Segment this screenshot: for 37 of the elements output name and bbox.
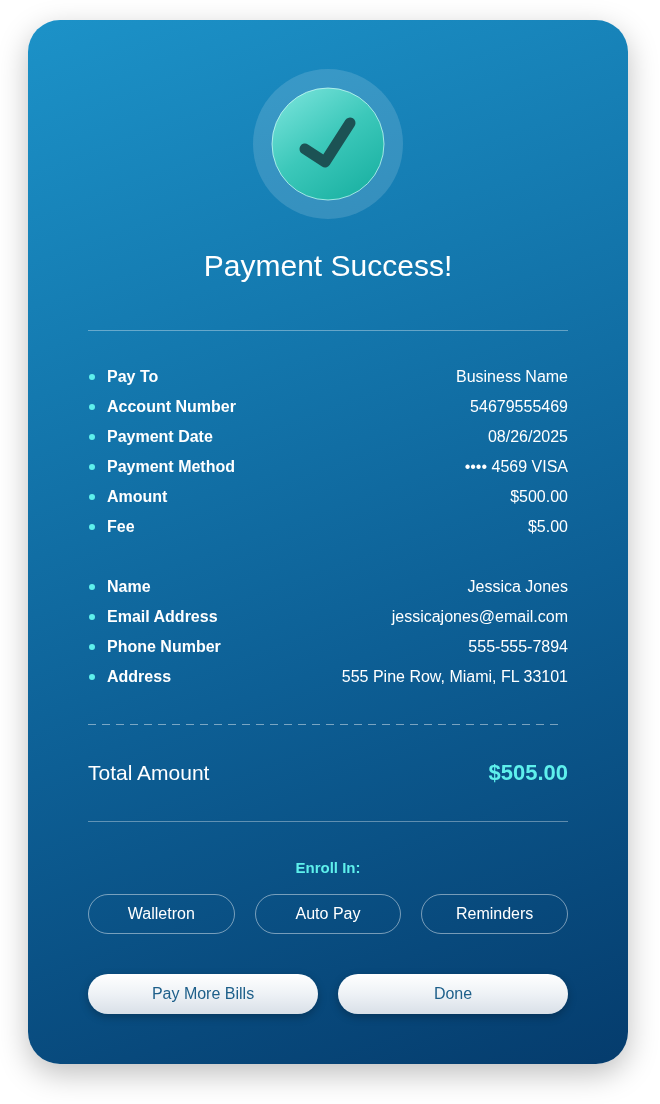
detail-value: $5.00 [527, 518, 568, 536]
detail-value: •••• 4569 VISA [464, 458, 568, 476]
detail-value: $500.00 [510, 488, 568, 506]
detail-label: Fee [107, 518, 135, 536]
action-button[interactable]: Pay More Bills [88, 974, 318, 1014]
bullet-icon [89, 374, 95, 380]
bullet-icon [89, 644, 95, 650]
bullet-icon [89, 674, 95, 680]
bullet-icon [89, 584, 95, 590]
detail-label: Address [107, 668, 172, 686]
total-amount: $505.00 [488, 760, 568, 786]
detail-label: Pay To [107, 368, 159, 386]
bullet-icon [89, 494, 95, 500]
bullet-icon [89, 434, 95, 440]
detail-value: Jessica Jones [467, 578, 568, 596]
check-circle-icon [253, 69, 403, 219]
enroll-heading: Enroll In: [295, 858, 361, 878]
detail-label: Email Address [107, 608, 218, 626]
detail-label: Payment Method [107, 458, 235, 476]
detail-label: Payment Date [107, 428, 213, 446]
detail-label: Amount [107, 488, 168, 506]
bullet-icon [89, 404, 95, 410]
success-title: Payment Success! [202, 248, 454, 284]
detail-value: 555-555-7894 [468, 638, 568, 656]
detail-label: Name [107, 578, 151, 596]
detail-value: 54679555469 [470, 398, 568, 416]
detail-value: jessicajones@email.com [391, 608, 568, 626]
detail-value: 555 Pine Row, Miami, FL 33101 [341, 668, 568, 686]
bullet-icon [89, 524, 95, 530]
detail-value: Business Name [455, 368, 568, 386]
bullet-icon [89, 464, 95, 470]
detail-value: 08/26/2025 [487, 428, 568, 446]
detail-label: Phone Number [107, 638, 221, 656]
action-button[interactable]: Done [338, 974, 568, 1014]
bullet-icon [89, 614, 95, 620]
detail-label: Account Number [107, 398, 236, 416]
total-label: Total Amount [88, 761, 210, 785]
